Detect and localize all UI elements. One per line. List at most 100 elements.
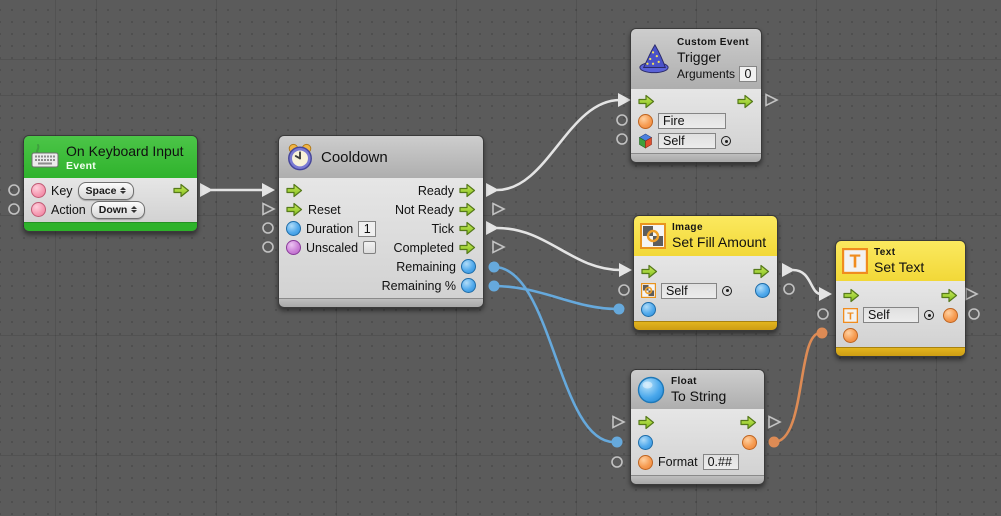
edge-port-reset[interactable] bbox=[263, 204, 274, 215]
arguments-input[interactable]: 0 bbox=[739, 66, 757, 82]
port-exec-out[interactable] bbox=[737, 94, 754, 109]
port-label-completed: Completed bbox=[394, 241, 454, 255]
wire-string-tostring-to-settext[interactable] bbox=[769, 328, 828, 448]
edge-port-format[interactable] bbox=[612, 457, 622, 467]
port-completed-out[interactable] bbox=[459, 240, 476, 255]
graph-canvas[interactable]: On Keyboard Input Event Key Space bbox=[0, 0, 1001, 516]
port-label-action: Action bbox=[51, 203, 86, 217]
target-icon[interactable] bbox=[722, 286, 732, 296]
node-header[interactable]: T Text Set Text bbox=[836, 241, 965, 281]
node-header[interactable]: Image Set Fill Amount bbox=[634, 216, 777, 256]
target-icon[interactable] bbox=[924, 310, 934, 320]
svg-text:T: T bbox=[850, 252, 861, 272]
edge-port-settext-self[interactable] bbox=[818, 309, 828, 319]
node-kicker: Custom Event bbox=[677, 37, 757, 48]
port-value-in[interactable] bbox=[843, 328, 858, 343]
port-exec-out[interactable] bbox=[941, 288, 958, 303]
node-title: Cooldown bbox=[321, 149, 388, 166]
svg-text:T: T bbox=[847, 310, 854, 322]
image-target-port-icon[interactable] bbox=[641, 283, 656, 298]
port-exec-out[interactable] bbox=[753, 264, 770, 279]
port-format[interactable] bbox=[638, 455, 653, 470]
edge-port-image-out[interactable] bbox=[784, 284, 794, 294]
edge-port-not-ready[interactable] bbox=[493, 204, 504, 215]
wire-float-remaining-to-tostring[interactable] bbox=[489, 262, 623, 448]
node-float-to-string[interactable]: Float To String Format 0.## bbox=[630, 369, 765, 485]
port-exec-in[interactable] bbox=[638, 415, 655, 430]
port-label-tick: Tick bbox=[432, 222, 454, 236]
port-remaining-pct-out[interactable] bbox=[461, 278, 476, 293]
wire-exec-tick-to-image[interactable] bbox=[486, 221, 632, 277]
node-custom-event-trigger[interactable]: Custom Event Trigger Arguments 0 Fire bbox=[630, 28, 762, 163]
target-self-input[interactable]: Self bbox=[661, 283, 717, 299]
duration-input[interactable]: 1 bbox=[358, 221, 376, 237]
node-footer bbox=[634, 321, 777, 330]
wire-exec-image-to-settext[interactable] bbox=[782, 263, 832, 301]
edge-port-tostring-exec-out[interactable] bbox=[769, 417, 780, 428]
edge-port-image-self[interactable] bbox=[619, 285, 629, 295]
node-kicker: Image bbox=[672, 222, 766, 233]
edge-port-settext-out[interactable] bbox=[969, 309, 979, 319]
port-string-out[interactable] bbox=[742, 435, 757, 450]
wire-exec-ready-to-trigger[interactable] bbox=[486, 93, 631, 197]
port-exec-in[interactable] bbox=[286, 183, 303, 198]
port-result-out[interactable] bbox=[755, 283, 770, 298]
port-exec-out[interactable] bbox=[740, 415, 757, 430]
port-exec-in[interactable] bbox=[843, 288, 860, 303]
node-header[interactable]: Custom Event Trigger Arguments 0 bbox=[631, 29, 761, 89]
edge-port-tostring-exec-in[interactable] bbox=[613, 417, 624, 428]
edge-port-action[interactable] bbox=[9, 204, 19, 214]
port-value-in[interactable] bbox=[638, 435, 653, 450]
edge-port-key[interactable] bbox=[9, 185, 19, 195]
port-amount-in[interactable] bbox=[641, 302, 656, 317]
node-title: Trigger bbox=[677, 49, 757, 65]
port-remaining-out[interactable] bbox=[461, 259, 476, 274]
text-target-port-icon[interactable]: T bbox=[843, 308, 858, 323]
key-dropdown[interactable]: Space bbox=[78, 182, 135, 200]
node-cooldown[interactable]: Cooldown Ready Reset Not Ready bbox=[278, 135, 484, 308]
node-image-set-fill-amount[interactable]: Image Set Fill Amount Self bbox=[633, 215, 778, 331]
node-text-set-text[interactable]: T Text Set Text T Self bbox=[835, 240, 966, 357]
edge-port-completed[interactable] bbox=[493, 242, 504, 253]
port-ready-out[interactable] bbox=[459, 183, 476, 198]
port-label-reset: Reset bbox=[308, 203, 341, 217]
wire-exec-keyboard-to-cooldown[interactable] bbox=[200, 183, 275, 197]
edge-port-fire[interactable] bbox=[617, 115, 627, 125]
arguments-label: Arguments bbox=[677, 67, 735, 81]
edge-port-settext-exec-out[interactable] bbox=[966, 289, 977, 300]
node-header[interactable]: Float To String bbox=[631, 370, 764, 409]
port-label-key: Key bbox=[51, 184, 73, 198]
port-key[interactable] bbox=[31, 183, 46, 198]
target-self-input[interactable]: Self bbox=[863, 307, 919, 323]
dropdown-arrows-icon bbox=[131, 206, 137, 214]
edge-port-trigger-self[interactable] bbox=[617, 134, 627, 144]
port-label-ready: Ready bbox=[418, 184, 454, 198]
port-exec-out[interactable] bbox=[173, 183, 190, 198]
port-duration[interactable] bbox=[286, 221, 301, 236]
format-input[interactable]: 0.## bbox=[703, 454, 739, 470]
port-not-ready-out[interactable] bbox=[459, 202, 476, 217]
port-exec-in[interactable] bbox=[641, 264, 658, 279]
event-name-input[interactable]: Fire bbox=[658, 113, 726, 129]
port-reset-in[interactable] bbox=[286, 202, 303, 217]
edge-port-unscaled[interactable] bbox=[263, 242, 273, 252]
port-tick-out[interactable] bbox=[459, 221, 476, 236]
port-exec-in[interactable] bbox=[638, 94, 655, 109]
target-icon[interactable] bbox=[721, 136, 731, 146]
unscaled-checkbox[interactable] bbox=[363, 241, 376, 254]
edge-port-duration[interactable] bbox=[263, 223, 273, 233]
port-result-out[interactable] bbox=[943, 308, 958, 323]
action-dropdown[interactable]: Down bbox=[91, 201, 146, 219]
node-header[interactable]: Cooldown bbox=[279, 136, 483, 178]
port-label-format: Format bbox=[658, 455, 698, 469]
node-on-keyboard-input[interactable]: On Keyboard Input Event Key Space bbox=[23, 135, 198, 232]
gameobject-cube-icon[interactable] bbox=[638, 133, 653, 149]
wire-float-remainingpct-to-image[interactable] bbox=[489, 281, 625, 315]
dropdown-arrows-icon bbox=[120, 187, 126, 195]
port-event-name[interactable] bbox=[638, 114, 653, 129]
port-unscaled[interactable] bbox=[286, 240, 301, 255]
port-action[interactable] bbox=[31, 202, 46, 217]
edge-port-trigger-exec-out[interactable] bbox=[766, 95, 777, 106]
node-header[interactable]: On Keyboard Input Event bbox=[24, 136, 197, 178]
target-self-input[interactable]: Self bbox=[658, 133, 716, 149]
